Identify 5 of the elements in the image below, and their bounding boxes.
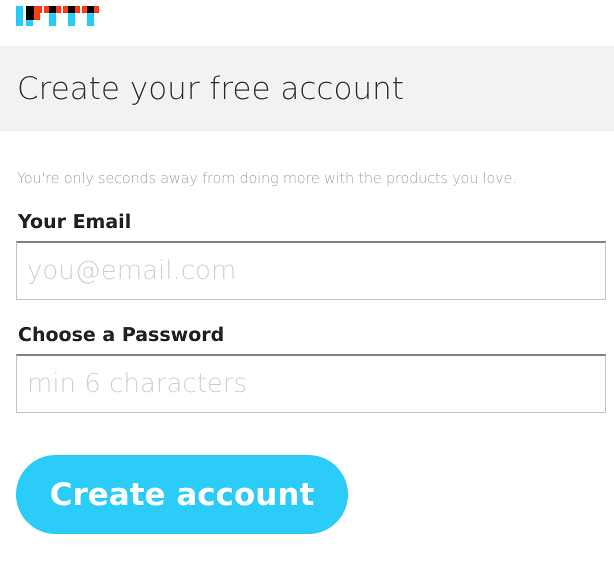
subtitle: You're only seconds away from doing more with the products you love. [17,171,518,187]
create-account-button[interactable]: Create account [16,455,348,534]
field-label: Choose a Password [18,324,226,346]
field-label: Your Email [18,211,132,233]
page-title: Create your free account [17,70,404,106]
